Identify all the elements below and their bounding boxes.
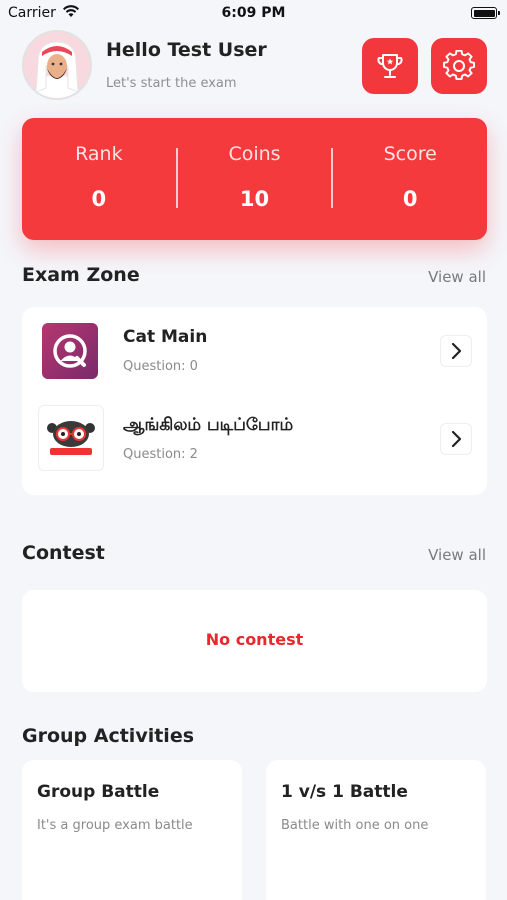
group-activities-title: Group Activities	[22, 725, 195, 747]
stat-label: Rank	[75, 143, 123, 165]
geeks-logo	[47, 421, 95, 455]
greeting-text: Hello Test User	[106, 39, 267, 61]
stat-value: 10	[239, 187, 270, 211]
clock: 6:09 PM	[221, 5, 286, 21]
battery-icon	[471, 7, 500, 19]
settings-button[interactable]	[431, 38, 487, 94]
user-circle-icon	[53, 334, 87, 368]
no-contest-message: No contest	[205, 630, 304, 649]
stat-label: Coins	[228, 143, 281, 165]
contest-card: No contest	[22, 590, 487, 692]
one-vs-one-title: 1 v/s 1 Battle	[281, 782, 408, 802]
exam-thumbnail	[38, 405, 104, 471]
one-vs-one-battle-card[interactable]: 1 v/s 1 Battle Battle with one on one	[266, 760, 486, 900]
group-battle-card[interactable]: Group Battle It's a group exam battle	[22, 760, 242, 900]
exam-zone-view-all[interactable]: View all	[428, 268, 486, 286]
greeting-subtitle: Let's start the exam	[106, 76, 237, 91]
exam-list: Cat Main Question: 0 ஆங்கிலம் படிப்போம் …	[22, 307, 487, 495]
chevron-right-icon[interactable]	[440, 423, 472, 455]
header: Hello Test User Let's start the exam	[22, 30, 487, 102]
list-item[interactable]: ஆங்கிலம் படிப்போம் Question: 2	[22, 395, 487, 483]
contest-view-all[interactable]: View all	[428, 546, 486, 564]
stat-value: 0	[402, 187, 418, 211]
user-avatar[interactable]	[22, 30, 92, 100]
exam-thumbnail	[42, 323, 98, 379]
group-battle-description: It's a group exam battle	[37, 818, 193, 833]
exam-question-count: Question: 2	[123, 447, 198, 462]
group-battle-title: Group Battle	[37, 782, 160, 802]
chevron-right-icon[interactable]	[440, 335, 472, 367]
contest-title: Contest	[22, 542, 105, 564]
exam-zone-title: Exam Zone	[22, 264, 140, 286]
exam-name: Cat Main	[123, 327, 208, 347]
status-bar: Carrier 6:09 PM	[0, 0, 507, 30]
exam-question-count: Question: 0	[123, 359, 198, 374]
gear-icon	[443, 50, 475, 80]
stat-rank: Rank 0	[22, 118, 176, 240]
stat-coins: Coins 10	[178, 118, 332, 240]
leaderboard-button[interactable]	[362, 38, 418, 94]
list-item[interactable]: Cat Main Question: 0	[22, 307, 487, 395]
avatar-illustration	[24, 32, 90, 98]
trophy-icon	[377, 54, 403, 78]
stat-label: Score	[383, 143, 437, 165]
stat-score: Score 0	[333, 118, 487, 240]
one-vs-one-description: Battle with one on one	[281, 818, 429, 833]
exam-name: ஆங்கிலம் படிப்போம்	[123, 415, 294, 435]
stat-value: 0	[91, 187, 107, 211]
stats-card: Rank 0 Coins 10 Score 0	[22, 118, 487, 240]
